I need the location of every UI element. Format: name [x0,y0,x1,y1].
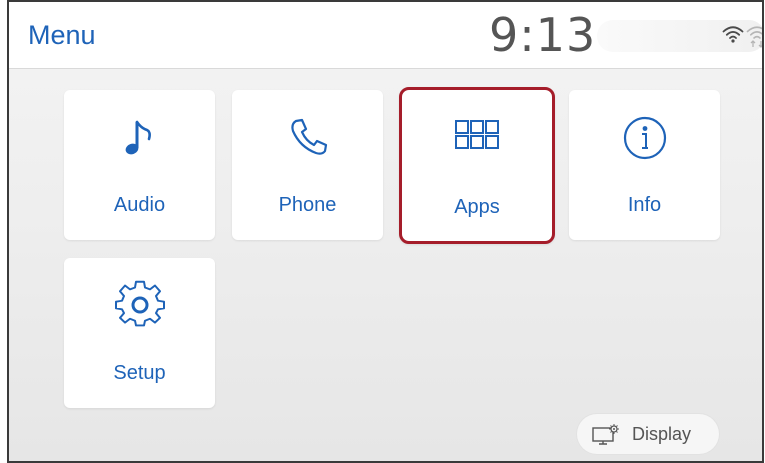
display-settings-icon [591,422,623,451]
gear-icon [114,280,165,330]
display-button-label: Display [632,424,692,444]
apps-label: Apps [454,196,500,218]
clock: 9:13 [489,8,597,62]
audio-label: Audio [113,194,166,216]
wifi-icon [722,24,744,49]
apps-tile[interactable]: Apps [399,87,555,244]
phone-icon [283,112,333,162]
wifi-data-transfer-icon [746,24,762,53]
info-icon [620,112,670,162]
page-title: Menu [28,20,96,50]
apps-grid-icon [452,112,502,162]
info-tile[interactable]: Info [569,90,720,240]
music-note-icon [115,112,165,162]
infotainment-screen: Menu 9:13 Audio Phone Apps Info Setup Di… [7,0,764,463]
setup-label: Setup [113,362,166,384]
phone-tile[interactable]: Phone [232,90,383,240]
header-bar: Menu 9:13 [9,2,762,69]
setup-tile[interactable]: Setup [64,258,215,408]
info-label: Info [627,194,662,216]
display-button[interactable]: Display [577,414,719,454]
phone-label: Phone [278,194,337,216]
audio-tile[interactable]: Audio [64,90,215,240]
